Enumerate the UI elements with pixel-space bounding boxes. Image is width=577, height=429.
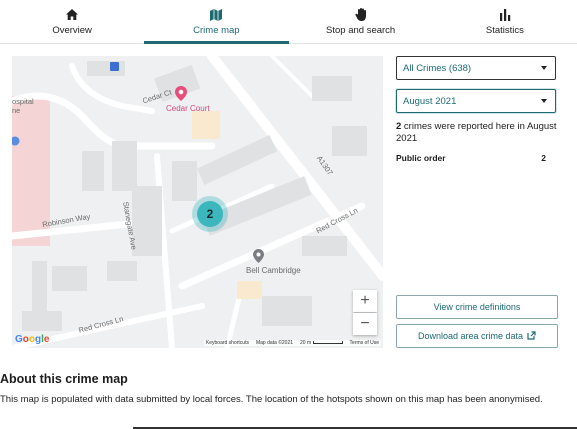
view-crime-definitions-button[interactable]: View crime definitions	[396, 295, 558, 319]
home-icon	[66, 8, 79, 22]
terms-link[interactable]: Terms of Use	[350, 340, 379, 346]
download-area-crime-data-button[interactable]: Download area crime data	[396, 324, 558, 348]
button-label: View crime definitions	[433, 302, 521, 312]
bar-chart-icon	[499, 8, 511, 22]
hand-icon	[355, 8, 367, 22]
month-select[interactable]: August 2021	[396, 89, 556, 113]
breakdown-label: Public order	[396, 153, 446, 163]
place-label: ne	[12, 106, 21, 115]
crime-cluster-marker[interactable]: 2	[197, 201, 223, 227]
breakdown-row: Public order 2	[396, 153, 546, 163]
cedar-court-pin-icon	[175, 86, 187, 106]
tab-overview[interactable]: Overview	[0, 0, 144, 43]
crime-map[interactable]: Cedar Ct Cedar Court A1307 Robinson Way …	[12, 56, 383, 348]
google-logo: Google	[15, 334, 50, 345]
scale-bar: 20 m	[300, 340, 343, 346]
crime-type-select[interactable]: All Crimes (638)	[396, 56, 556, 80]
crime-summary-text: crimes were reported here in August 2021	[396, 121, 557, 144]
map-attribution: Keyboard shortcuts Map data ©2021 20 m T…	[203, 340, 381, 346]
tab-label: Crime map	[193, 24, 240, 36]
place-label: ospital	[12, 97, 34, 106]
tab-label: Stop and search	[326, 24, 396, 36]
month-value: August 2021	[403, 95, 457, 107]
map-icon	[210, 8, 223, 22]
breakdown-value: 2	[541, 153, 546, 163]
crime-summary: 2 crimes were reported here in August 20…	[396, 121, 561, 144]
tab-bar: Overview Crime map Stop and search Stati…	[0, 0, 577, 44]
zoom-out-button[interactable]: −	[353, 313, 377, 335]
about-heading: About this crime map	[0, 372, 128, 386]
tab-statistics[interactable]: Statistics	[433, 0, 577, 43]
place-label: Cedar Court	[166, 104, 210, 113]
map-base	[12, 56, 383, 348]
zoom-in-button[interactable]: +	[353, 290, 377, 312]
map-data-text: Map data ©2021	[255, 340, 294, 346]
crime-type-value: All Crimes (638)	[403, 62, 472, 74]
chevron-down-icon	[541, 99, 547, 103]
chevron-down-icon	[541, 66, 547, 70]
tab-crime-map[interactable]: Crime map	[144, 0, 289, 44]
tab-stop-and-search[interactable]: Stop and search	[289, 0, 433, 43]
place-label: Bell Cambridge	[246, 266, 301, 275]
button-label: Download area crime data	[417, 331, 524, 341]
about-text: This map is populated with data submitte…	[0, 394, 543, 405]
tab-label: Statistics	[485, 24, 524, 36]
keyboard-shortcuts-link[interactable]: Keyboard shortcuts	[206, 340, 249, 346]
tab-label: Overview	[52, 24, 92, 36]
external-link-icon	[527, 330, 536, 342]
